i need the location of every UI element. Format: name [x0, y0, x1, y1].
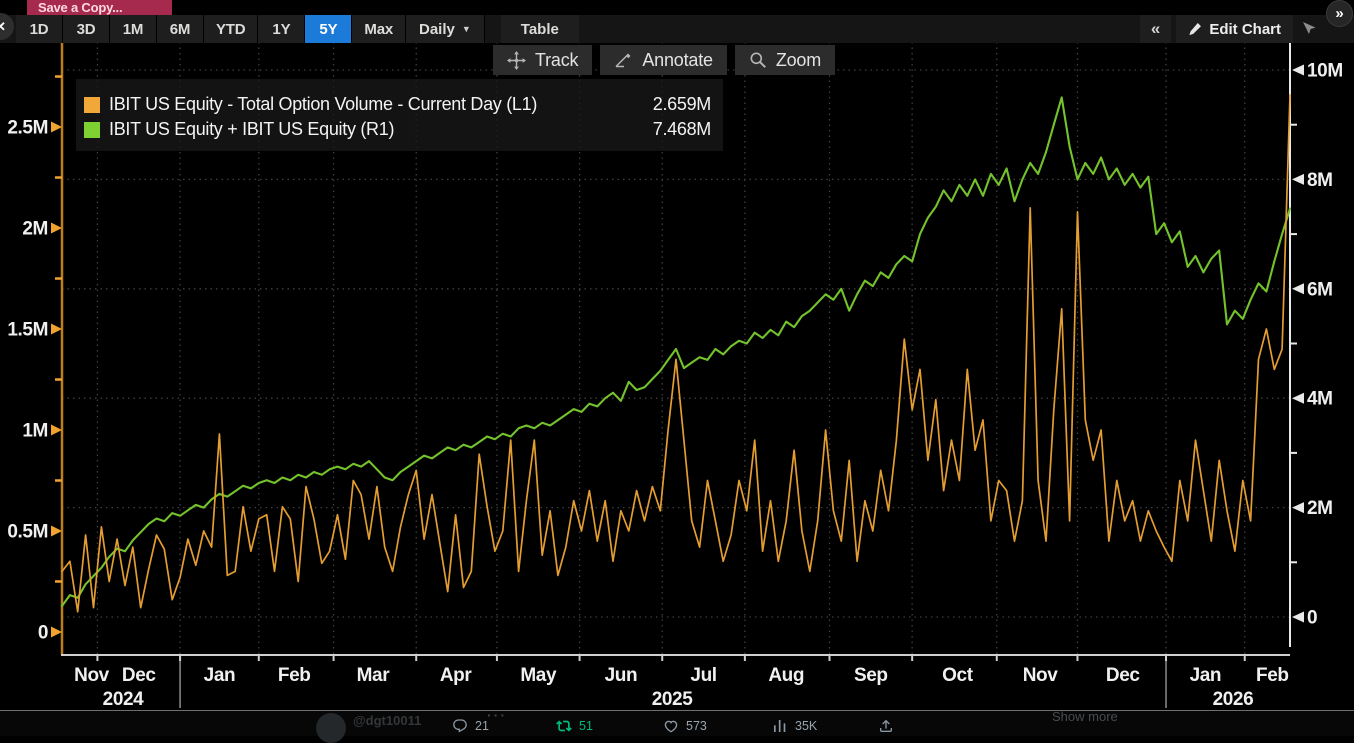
svg-text:Dec: Dec [122, 665, 156, 686]
chevron-down-icon: ▼ [462, 24, 471, 34]
svg-text:Nov: Nov [1023, 665, 1059, 686]
show-more-link[interactable]: Show more [1052, 709, 1118, 724]
repost-icon [556, 718, 572, 734]
svg-text:Nov: Nov [74, 665, 110, 686]
avatar[interactable] [316, 713, 346, 743]
svg-text:Jun: Jun [605, 665, 638, 686]
collapse-left-icon[interactable]: « [1140, 15, 1171, 43]
toolbar-right-group: « Edit Chart [1140, 15, 1354, 43]
save-a-copy-button[interactable]: Save a Copy... [27, 0, 172, 15]
legend-label: IBIT US Equity - Total Option Volume - C… [109, 94, 537, 115]
svg-text:Feb: Feb [278, 665, 311, 686]
reply-count: 21 [475, 719, 489, 733]
pencil-icon [1188, 22, 1202, 36]
svg-text:Jan: Jan [1190, 665, 1222, 686]
reply-icon [452, 718, 468, 734]
svg-text:2024: 2024 [103, 689, 145, 710]
legend-item-share-volume[interactable]: IBIT US Equity + IBIT US Equity (R1) 7.4… [84, 117, 711, 142]
range-button-1d[interactable]: 1D [16, 15, 63, 43]
svg-text:8M: 8M [1307, 170, 1333, 191]
svg-text:10M: 10M [1307, 61, 1343, 82]
annotate-icon [614, 52, 633, 69]
svg-text:6M: 6M [1307, 279, 1333, 300]
chart-legend: IBIT US Equity - Total Option Volume - C… [76, 79, 723, 151]
orange-series-swatch [84, 97, 100, 113]
expand-right-icon[interactable]: » [1326, 0, 1353, 27]
zoom-label: Zoom [776, 50, 821, 71]
svg-text:2.5M: 2.5M [7, 118, 48, 139]
svg-text:0: 0 [1307, 607, 1317, 628]
range-button-5y[interactable]: 5Y [305, 15, 352, 43]
annotate-label: Annotate [642, 50, 712, 71]
zoom-button[interactable]: Zoom [735, 45, 835, 75]
share-button[interactable] [878, 718, 894, 734]
range-button-1y[interactable]: 1Y [258, 15, 305, 43]
svg-text:2M: 2M [22, 219, 48, 240]
range-button-1m[interactable]: 1M [110, 15, 157, 43]
chart-toolbar: 1D3D1M6MYTD1Y5YMax Daily ▼ Table « Edit … [0, 15, 1354, 43]
magnifier-icon [749, 51, 767, 69]
edit-chart-button[interactable]: Edit Chart [1176, 15, 1293, 43]
repost-button[interactable]: 51 [556, 718, 593, 734]
svg-text:Apr: Apr [440, 665, 473, 686]
svg-text:Dec: Dec [1106, 665, 1140, 686]
annotate-button[interactable]: Annotate [600, 45, 726, 75]
like-button[interactable]: 573 [663, 718, 707, 734]
svg-text:Aug: Aug [768, 665, 804, 686]
reply-button[interactable]: 21 [452, 718, 489, 734]
svg-text:May: May [520, 665, 557, 686]
range-button-group: 1D3D1M6MYTD1Y5YMax [16, 15, 406, 43]
green-series-swatch [84, 122, 100, 138]
legend-item-option-volume[interactable]: IBIT US Equity - Total Option Volume - C… [84, 92, 711, 117]
share-icon [878, 718, 894, 734]
bloomberg-chart-window: Save a Copy... ✕ » 1D3D1M6MYTD1Y5YMax Da… [0, 0, 1354, 736]
views-button[interactable]: 35K [772, 718, 817, 734]
edit-chart-label: Edit Chart [1209, 21, 1281, 38]
period-dropdown[interactable]: Daily ▼ [406, 15, 485, 43]
tweet-handle: @dgt10011 [353, 713, 421, 728]
heart-icon [663, 718, 679, 734]
svg-text:4M: 4M [1307, 389, 1333, 410]
repost-count: 51 [579, 719, 593, 733]
range-button-6m[interactable]: 6M [157, 15, 204, 43]
more-options-icon[interactable]: ··· [487, 707, 507, 723]
svg-text:1.5M: 1.5M [7, 320, 48, 341]
svg-text:1M: 1M [22, 420, 48, 441]
svg-text:2026: 2026 [1213, 689, 1254, 710]
period-label: Daily [419, 21, 455, 38]
table-button[interactable]: Table [501, 15, 579, 43]
track-label: Track [535, 50, 578, 71]
pointer-icon[interactable] [1298, 15, 1320, 43]
svg-text:Jul: Jul [690, 665, 716, 686]
svg-text:0: 0 [38, 622, 48, 643]
track-button[interactable]: Track [493, 45, 592, 75]
legend-value: 7.468M [653, 119, 711, 140]
svg-text:Jan: Jan [204, 665, 236, 686]
range-button-ytd[interactable]: YTD [204, 15, 258, 43]
range-button-max[interactable]: Max [352, 15, 406, 43]
svg-text:2M: 2M [1307, 498, 1333, 519]
svg-text:2025: 2025 [652, 689, 694, 710]
track-crosshair-icon [507, 51, 526, 70]
legend-label: IBIT US Equity + IBIT US Equity (R1) [109, 119, 394, 140]
chart-tool-buttons: Track Annotate Zoom [493, 45, 835, 75]
range-button-3d[interactable]: 3D [63, 15, 110, 43]
tweet-action-bar: @dgt10011 ··· Show more 21 51 573 35K [0, 710, 1354, 736]
svg-text:0.5M: 0.5M [7, 521, 48, 542]
svg-text:Oct: Oct [942, 665, 974, 686]
svg-text:Feb: Feb [1256, 665, 1289, 686]
svg-text:Sep: Sep [854, 665, 888, 686]
legend-value: 2.659M [653, 94, 711, 115]
like-count: 573 [686, 719, 707, 733]
views-count: 35K [795, 719, 817, 733]
svg-text:Mar: Mar [357, 665, 391, 686]
bar-chart-icon [772, 718, 788, 734]
